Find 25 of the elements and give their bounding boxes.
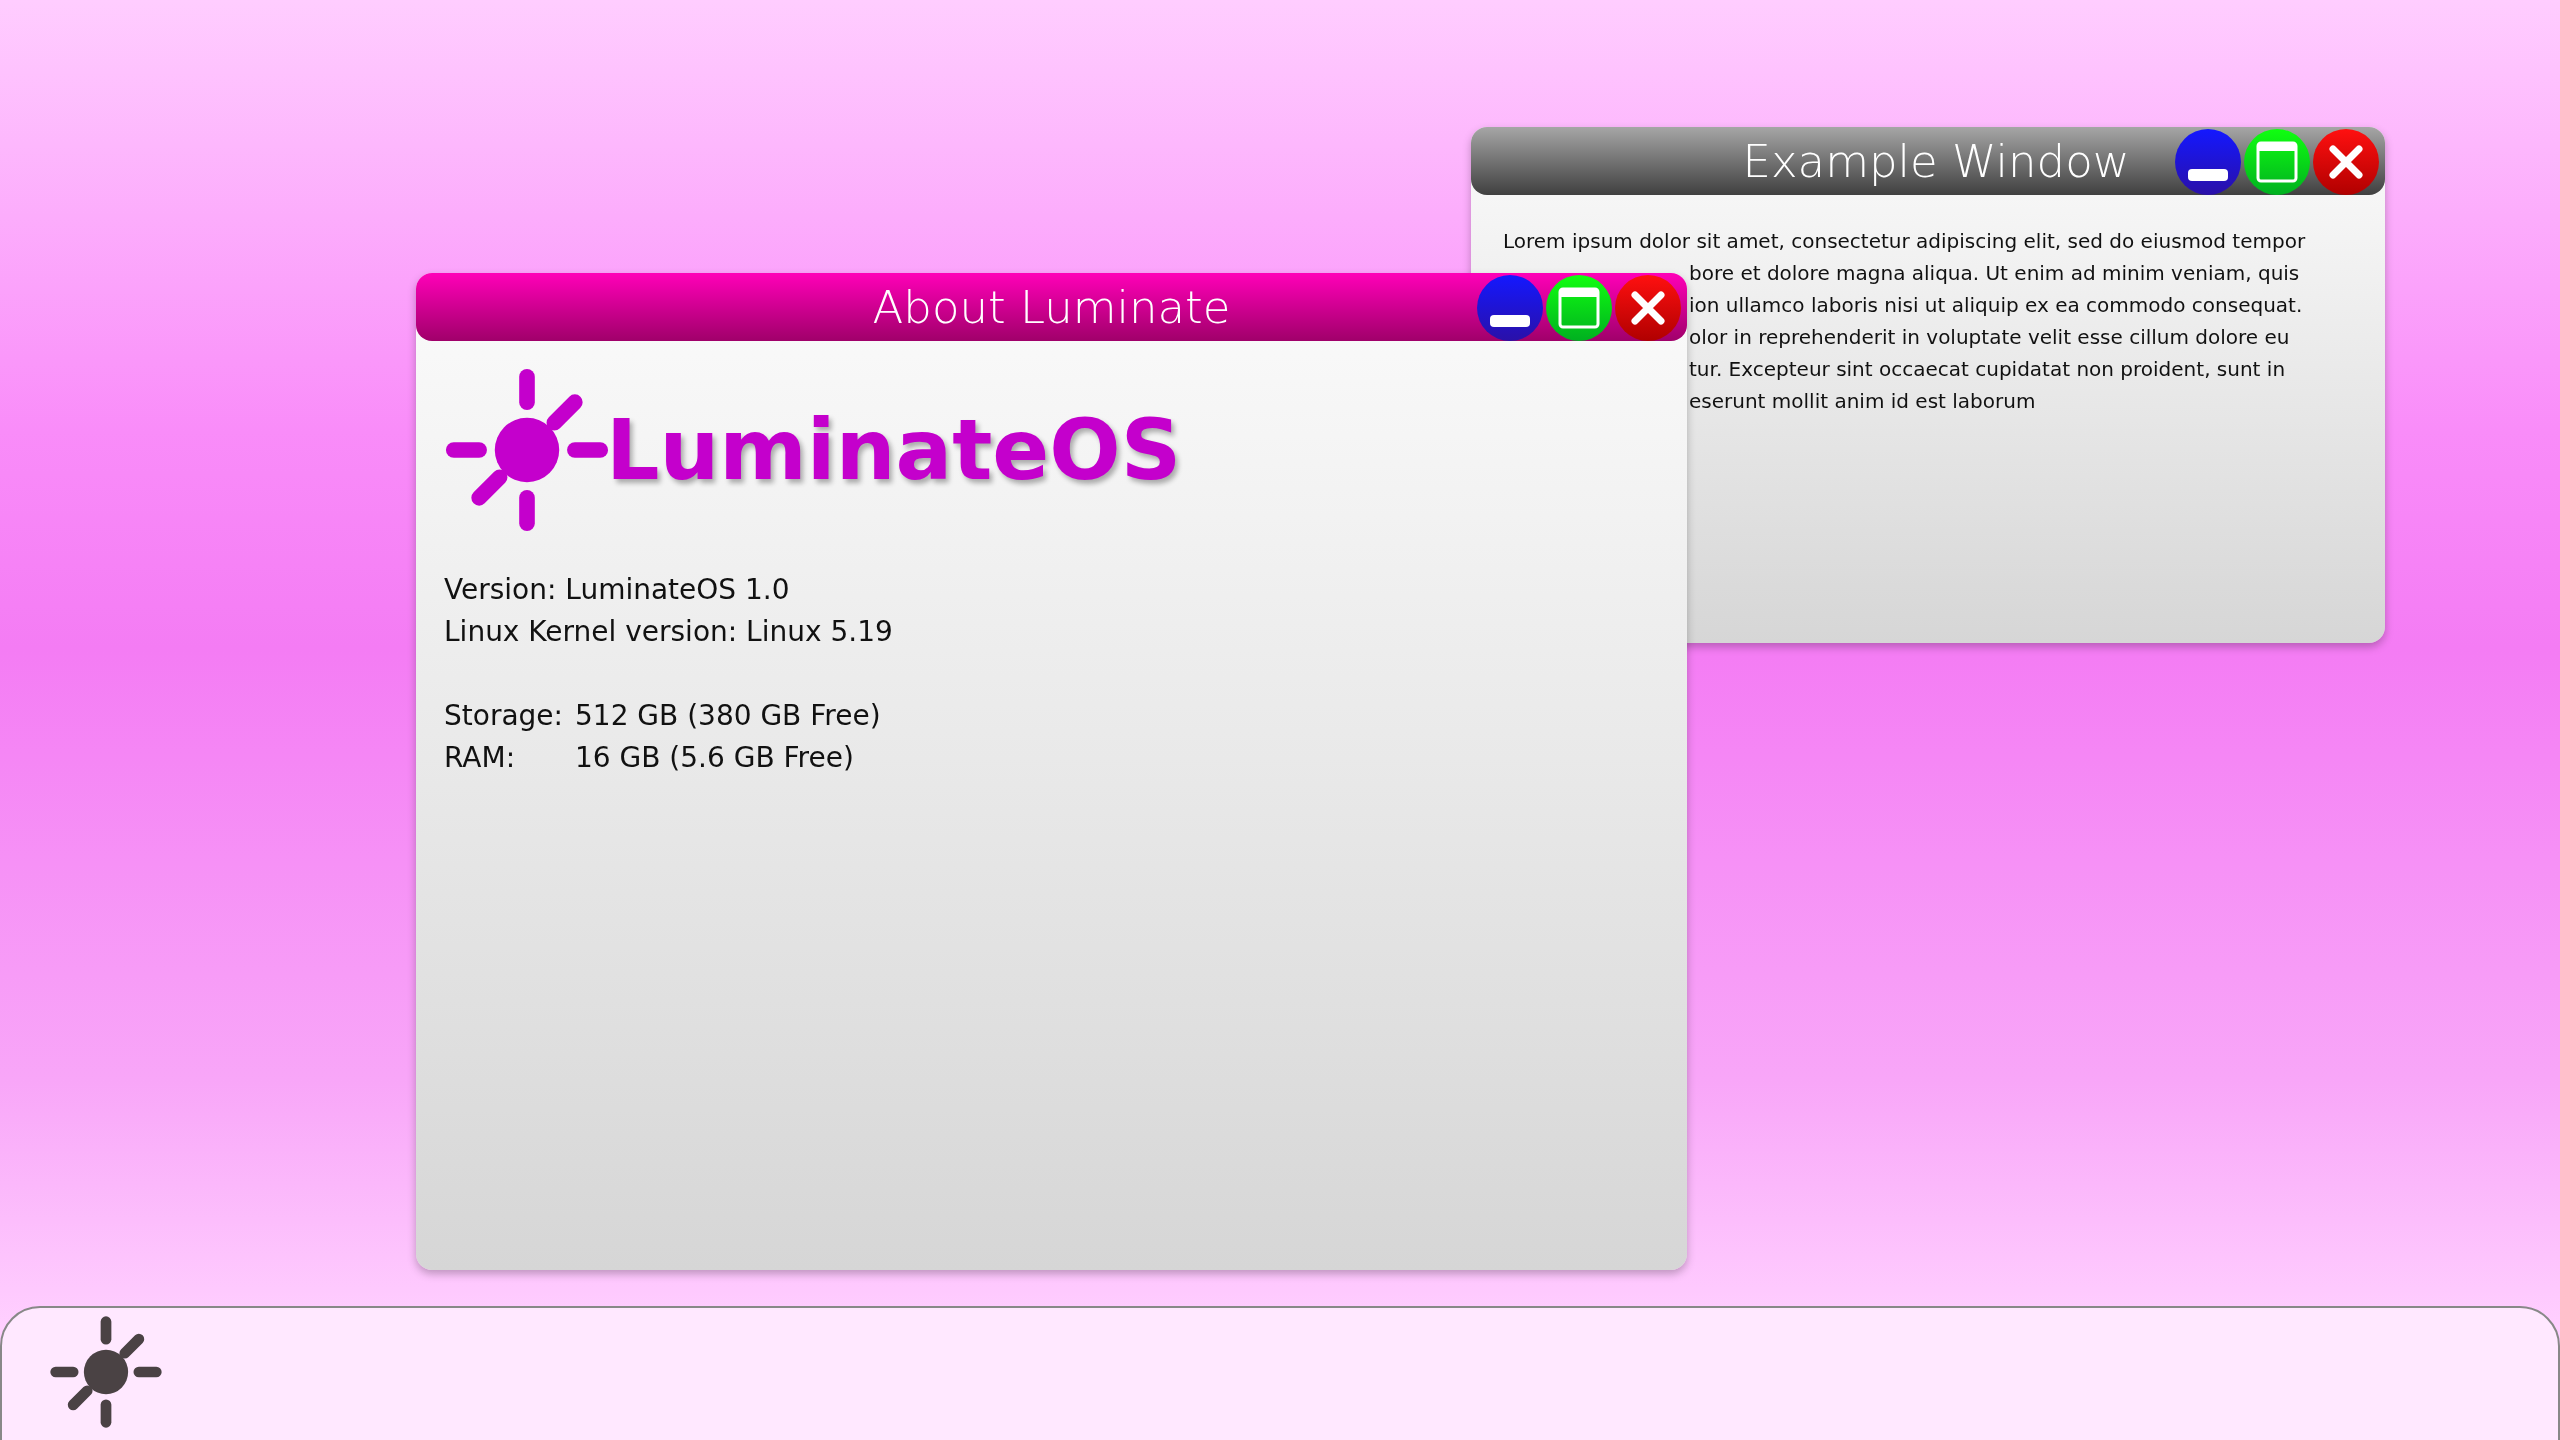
text-line: tur. Excepteur sint occaecat cupidatat non proident, sunt in [1689, 356, 2286, 383]
close-button[interactable] [1615, 275, 1681, 341]
info-line: Linux Kernel version: Linux 5.19 [444, 614, 893, 650]
minimize-icon [1490, 315, 1530, 327]
maximize-icon [2256, 141, 2298, 183]
text-line: Lorem ipsum dolor sit amet, consectetur adipiscing elit, sed do eiusmod tempor [1503, 228, 2306, 255]
close-icon [1630, 290, 1666, 326]
info-label: Storage: [444, 698, 563, 734]
sun-logo-icon [444, 367, 610, 533]
maximize-icon [1558, 287, 1600, 329]
info-value: 512 GB (380 GB Free) [575, 698, 881, 734]
minimize-icon [2188, 169, 2228, 181]
window-title: Example Window [1742, 134, 2130, 188]
text-line: eserunt mollit anim id est laborum [1689, 388, 2036, 415]
info-line: Version: LuminateOS 1.0 [444, 572, 790, 608]
text-line: bore et dolore magna aliqua. Ut enim ad minim veniam, quis [1689, 260, 2300, 287]
info-label: RAM: [444, 740, 517, 776]
close-icon [2328, 144, 2364, 180]
text-line: olor in reprehenderit in voluptate velit esse cillum dolore eu [1689, 324, 2290, 351]
text-line: ion ullamco laboris nisi ut aliquip ex ea commodo consequat. [1689, 292, 2303, 319]
info-value: 16 GB (5.6 GB Free) [575, 740, 855, 776]
close-button[interactable] [2313, 129, 2379, 195]
window-title: About Luminate [872, 280, 1231, 334]
sun-menu-icon[interactable] [49, 1315, 163, 1429]
logo-text: LuminateOS [606, 401, 1182, 499]
